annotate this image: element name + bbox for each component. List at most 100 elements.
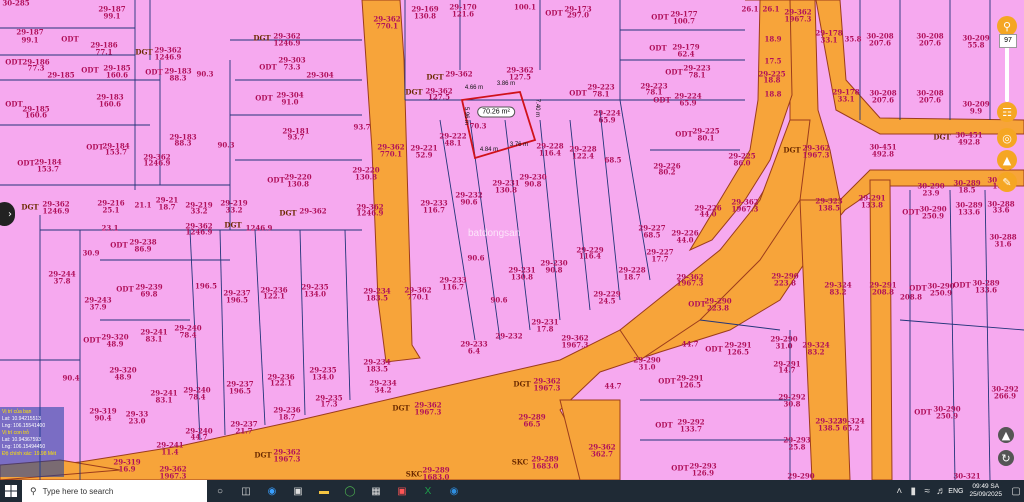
parcel-label: DGT <box>254 450 272 460</box>
parcel-label: 1967.3 <box>802 150 830 160</box>
parcel-label: 1967.3 <box>273 454 301 464</box>
parcel-label: ODT <box>651 12 669 22</box>
task-view-icon[interactable]: ○ <box>207 480 233 502</box>
parcel-label: 18.9 <box>764 34 782 44</box>
store-icon[interactable]: ▣ <box>285 480 311 502</box>
zalo-icon[interactable]: ◉ <box>441 480 467 502</box>
parcel-label: ODT <box>267 175 285 185</box>
excel-icon[interactable]: X <box>415 480 441 502</box>
file-explorer-icon[interactable]: ▬ <box>311 480 337 502</box>
parcel-label: ODT <box>902 207 920 217</box>
wifi-icon[interactable]: ≈ <box>920 480 934 502</box>
parcel-label: 91.0 <box>281 97 299 107</box>
parcel-label: 83.2 <box>829 287 847 297</box>
parcel-label: 9.9 <box>969 106 983 116</box>
parcel-label: 297.0 <box>567 10 589 20</box>
parcel-label: 16.9 <box>118 464 136 474</box>
parcel-label: SKC <box>405 469 423 479</box>
zoom-level: 97 <box>999 34 1017 48</box>
parcel-label: 208.8 <box>900 292 922 302</box>
share-icon[interactable]: ↻ <box>998 450 1014 466</box>
parcel-label: 1967.3 <box>414 407 442 417</box>
parcel-label: 26.1 <box>741 4 759 14</box>
parcel-label: 126.5 <box>727 347 749 357</box>
parcel-label: 100.1 <box>514 2 536 12</box>
taskbar-search-input[interactable]: ⚲ Type here to search <box>22 480 207 502</box>
parcel-label: SKC <box>511 457 529 467</box>
parcel-label: 130.8 <box>414 11 436 21</box>
layers-icon[interactable]: ☶ <box>997 102 1017 122</box>
gps-icon[interactable]: ◎ <box>997 128 1017 148</box>
app-icon[interactable]: ▦ <box>363 480 389 502</box>
clock[interactable]: 09:49 SA 25/09/2025 <box>969 483 1002 499</box>
language-indicator[interactable]: ENG <box>948 488 963 495</box>
parcel-label: 66.5 <box>523 419 541 429</box>
parcel-label: 48.9 <box>106 339 124 349</box>
parcel-label: 80.1 <box>697 133 715 143</box>
compass-icon[interactable]: ▲ <box>997 150 1017 170</box>
parcel-label: DGT <box>21 202 39 212</box>
parcel-label: 196.5 <box>229 386 251 396</box>
parcel-label: ODT <box>5 57 23 67</box>
parcel-label: 18.7 <box>278 412 296 422</box>
location-pin-icon[interactable]: ⚲ <box>997 16 1017 36</box>
parcel-label: 1246.9 <box>42 206 70 216</box>
notifications-icon[interactable]: ▢ <box>1008 480 1024 502</box>
parcel-label: 29-362 <box>299 206 327 216</box>
chevron-up-icon[interactable]: ˄ <box>892 480 906 502</box>
parcel-label: 83.1 <box>155 395 173 405</box>
plot-dim-left: 5.96 m <box>463 106 469 126</box>
parcel-label: DGT <box>513 379 531 389</box>
parcel-label: 37.9 <box>89 302 107 312</box>
chrome-icon[interactable]: ◯ <box>337 480 363 502</box>
parcel-label: ODT <box>255 93 273 103</box>
parcel-label: DGT <box>426 72 444 82</box>
parcel-label: 122.4 <box>572 151 594 161</box>
parcel-label: 25.1 <box>102 205 120 215</box>
pdf-icon[interactable]: ▣ <box>389 480 415 502</box>
parcel-label: 1246.9 <box>273 38 301 48</box>
parcel-label: ODT <box>259 62 277 72</box>
parcel-label: 29-290 <box>787 471 815 481</box>
parcel-label: 33.1 <box>837 94 855 104</box>
parcel-label: 44.0 <box>699 209 717 219</box>
parcel-label: 31.6 <box>994 239 1012 249</box>
parcel-label: 17.7 <box>651 254 669 264</box>
edge-browser-icon[interactable]: ◉ <box>259 480 285 502</box>
parcel-label: 18.7 <box>158 202 176 212</box>
ruler-icon[interactable]: ✎ <box>997 172 1017 192</box>
parcel-label: 122.1 <box>263 291 285 301</box>
parcel-label: 83.1 <box>145 334 163 344</box>
widgets-icon[interactable]: ◫ <box>233 480 259 502</box>
plot-dim-right: 7.40 m <box>534 98 540 118</box>
parcel-label: 30.9 <box>82 248 100 258</box>
parcel-label: 17.3 <box>320 399 338 409</box>
parcel-label: 138.5 <box>818 423 840 433</box>
parcel-label: 133.7 <box>680 424 702 434</box>
measure-icon[interactable]: ▲ <box>998 427 1014 443</box>
parcel-label: 48.9 <box>114 372 132 382</box>
parcel-label: ODT <box>665 67 683 77</box>
parcel-label: 1683.0 <box>531 461 559 471</box>
parcel-label: 93.7 <box>287 132 305 142</box>
parcel-label: DGT <box>224 220 242 230</box>
volume-icon[interactable]: ♬ <box>934 480 948 502</box>
parcel-label: ODT <box>116 284 134 294</box>
windows-start-icon[interactable] <box>0 480 22 502</box>
parcel-label: 130.8 <box>287 179 309 189</box>
parcel-label: 73.3 <box>283 62 301 72</box>
parcel-label: 29-232 <box>495 331 523 341</box>
parcel-label: 138.5 <box>818 203 840 213</box>
parcel-label: 80.2 <box>658 167 676 177</box>
parcel-label: ODT <box>909 283 927 293</box>
parcel-label: 130.8 <box>511 272 533 282</box>
parcel-label: ODT <box>653 95 671 105</box>
parcel-label: ODT <box>81 65 99 75</box>
parcel-label: 160.6 <box>106 70 128 80</box>
battery-icon[interactable]: ▮ <box>906 480 920 502</box>
zoom-slider[interactable] <box>1005 42 1009 102</box>
parcel-label: 127.5 <box>428 92 450 102</box>
parcel-label: DGT <box>783 145 801 155</box>
parcel-label: DGT <box>279 208 297 218</box>
parcel-label: 29-187 <box>16 27 44 37</box>
